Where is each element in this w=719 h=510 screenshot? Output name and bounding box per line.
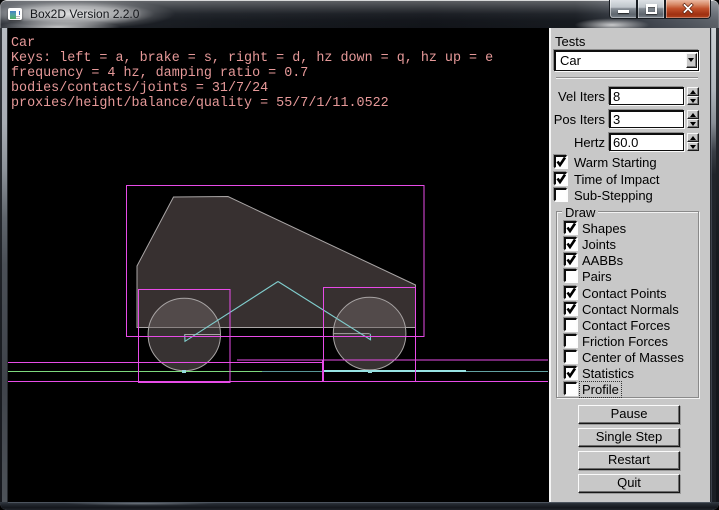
svg-text:bodies/contacts/joints = 31/7/: bodies/contacts/joints = 31/7/24 [11, 81, 268, 96]
svg-text:proxies/height/balance/quality: proxies/height/balance/quality = 55/7/1/… [11, 96, 389, 111]
svg-text:frequency = 4 hz, damping rati: frequency = 4 hz, damping ratio = 0.7 [11, 66, 308, 81]
svg-text:Car: Car [11, 36, 35, 51]
svg-text:Keys: left = a, brake = s, rig: Keys: left = a, brake = s, right = d, hz… [11, 51, 493, 66]
